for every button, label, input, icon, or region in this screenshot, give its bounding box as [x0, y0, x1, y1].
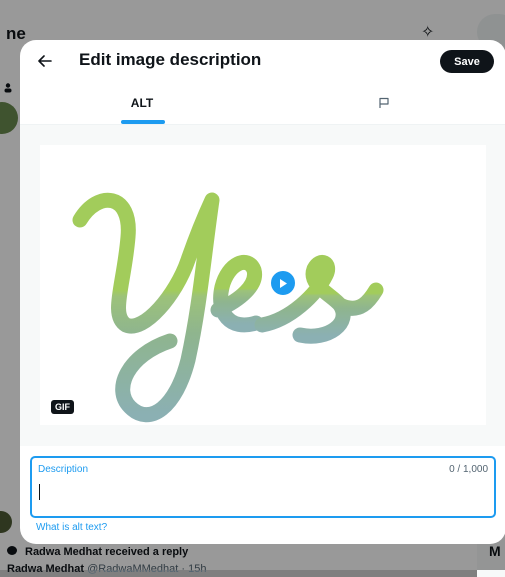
tab-content-warning[interactable]: [362, 82, 406, 124]
text-caret: [39, 484, 40, 500]
save-button[interactable]: Save: [440, 50, 494, 73]
description-input[interactable]: [38, 480, 478, 508]
arrow-left-icon: [38, 55, 52, 67]
flag-icon: [379, 97, 389, 108]
back-button[interactable]: [30, 46, 60, 76]
play-icon: [280, 278, 287, 288]
description-label: Description: [38, 464, 89, 475]
play-button[interactable]: [269, 269, 297, 297]
description-field[interactable]: Description 0 / 1,000: [30, 456, 496, 518]
character-counter: 0 / 1,000: [449, 464, 488, 475]
gif-badge: GIF: [51, 400, 74, 414]
dialog-title: Edit image description: [79, 50, 262, 69]
tab-bar: ALT: [20, 82, 505, 125]
edit-image-description-dialog: Edit image description Save ALT GIF Desc…: [20, 40, 505, 544]
tab-alt[interactable]: ALT: [110, 82, 174, 124]
yes-gif-image: [72, 192, 384, 423]
dialog-header: Edit image description Save: [20, 40, 505, 82]
active-tab-indicator: [121, 120, 165, 124]
gif-preview: GIF: [40, 145, 486, 425]
media-preview-area: GIF: [20, 125, 505, 446]
what-is-alt-text-link[interactable]: What is alt text?: [36, 522, 107, 533]
tab-alt-label: ALT: [130, 96, 154, 110]
